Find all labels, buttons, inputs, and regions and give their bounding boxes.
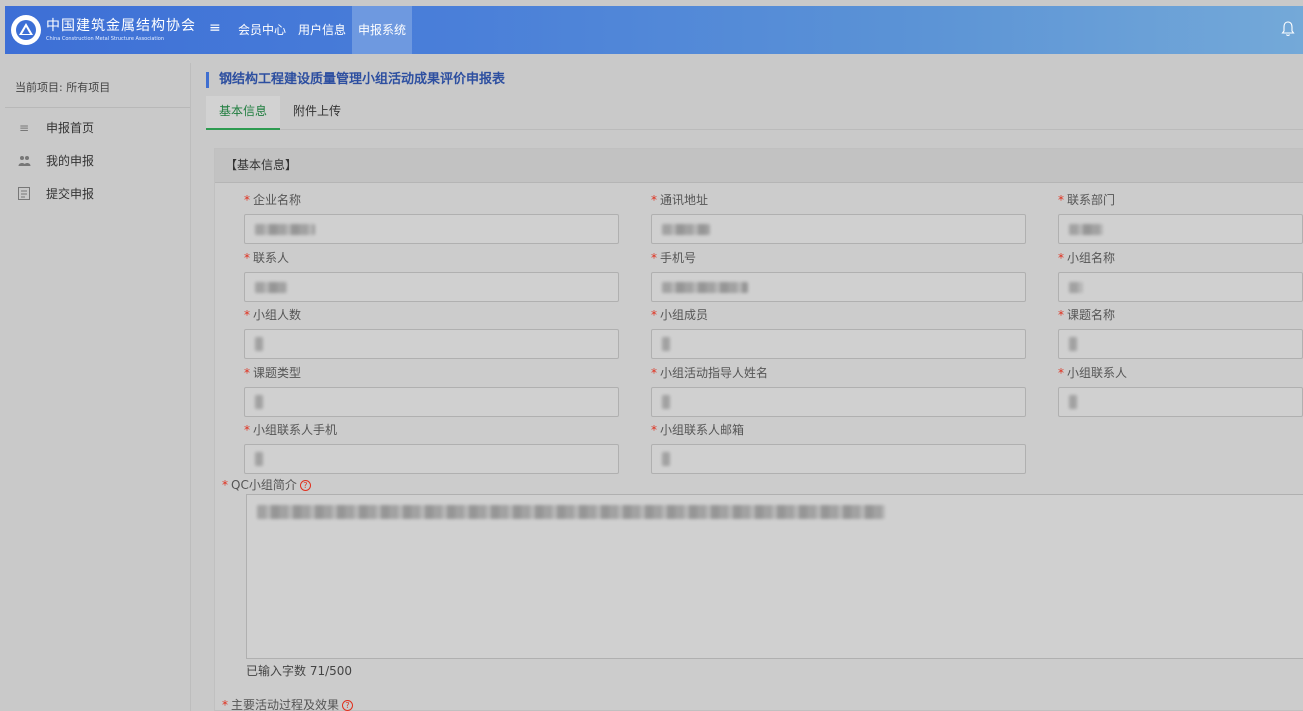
sidebar-item-submit-declaration[interactable]: 提交申报	[5, 177, 190, 210]
current-project-label: 当前项目: 所有项目	[5, 63, 190, 108]
field-label: 小组联系人邮箱	[660, 423, 745, 437]
field-label: 小组联系人手机	[253, 423, 338, 437]
required-mark: *	[651, 366, 657, 380]
field-label: 手机号	[660, 251, 697, 265]
field-topic-type: * 课题类型	[244, 365, 619, 417]
main-nav: 会员中心 用户信息 申报系统	[232, 6, 413, 54]
group-contact-input[interactable]	[1058, 387, 1303, 417]
required-mark: *	[244, 193, 250, 207]
required-mark: *	[1058, 251, 1064, 265]
bell-icon[interactable]	[1281, 21, 1295, 40]
field-label: 小组名称	[1067, 251, 1116, 265]
mobile-input[interactable]	[651, 272, 1026, 302]
field-label: 小组联系人	[1067, 366, 1128, 380]
group-size-input[interactable]	[244, 329, 619, 359]
group-name-input[interactable]	[1058, 272, 1303, 302]
document-icon	[17, 187, 31, 201]
section-title: 【基本信息】	[215, 149, 1303, 183]
field-qc-group-intro: * QC小组简介?	[222, 477, 311, 493]
field-label: 小组活动指导人姓名	[660, 366, 769, 380]
field-company-name: * 企业名称	[244, 192, 619, 244]
field-label: 联系人	[253, 251, 290, 265]
field-contact-department: * 联系部门	[1058, 192, 1303, 244]
field-main-activities: * 主要活动过程及效果?	[222, 697, 354, 711]
field-label: QC小组简介	[231, 478, 297, 492]
required-mark: *	[651, 193, 657, 207]
field-group-contact: * 小组联系人	[1058, 365, 1303, 417]
required-mark: *	[1058, 193, 1064, 207]
field-group-members: * 小组成员	[651, 307, 1026, 359]
field-contact-person: * 联系人	[244, 250, 619, 302]
logo-english-name: China Construction Metal Structure Assoc…	[46, 36, 165, 42]
logo[interactable]: 中国建筑金属结构协会 China Construction Metal Stru…	[11, 15, 196, 45]
field-label: 小组人数	[253, 308, 302, 322]
field-label: 课题名称	[1067, 308, 1116, 322]
nav-declaration-system[interactable]: 申报系统	[352, 6, 413, 54]
required-mark: *	[1058, 366, 1064, 380]
menu-toggle-icon[interactable]: ≡	[209, 20, 221, 36]
mailing-address-input[interactable]	[651, 214, 1026, 244]
group-contact-mobile-input[interactable]	[244, 444, 619, 474]
sidebar-item-label: 我的申报	[46, 154, 95, 168]
help-icon[interactable]: ?	[342, 700, 354, 711]
sidebar-item-label: 提交申报	[46, 187, 95, 201]
field-group-size: * 小组人数	[244, 307, 619, 359]
required-mark: *	[651, 251, 657, 265]
users-icon	[17, 154, 31, 168]
required-mark: *	[244, 366, 250, 380]
required-mark: *	[244, 308, 250, 322]
contact-department-input[interactable]	[1058, 214, 1303, 244]
required-mark: *	[244, 423, 250, 437]
sidebar-item-my-declarations[interactable]: 我的申报	[5, 144, 190, 177]
field-label: 小组成员	[660, 308, 709, 322]
field-group-name: * 小组名称	[1058, 250, 1303, 302]
topic-type-input[interactable]	[244, 387, 619, 417]
header: 中国建筑金属结构协会 China Construction Metal Stru…	[0, 0, 1303, 63]
group-contact-email-input[interactable]	[651, 444, 1026, 474]
top-navbar: 中国建筑金属结构协会 China Construction Metal Stru…	[5, 6, 1303, 54]
page-title: 钢结构工程建设质量管理小组活动成果评价申报表	[206, 72, 505, 88]
tab-attachment-upload[interactable]: 附件上传	[280, 96, 354, 130]
required-mark: *	[651, 423, 657, 437]
field-label: 课题类型	[253, 366, 302, 380]
group-advisor-name-input[interactable]	[651, 387, 1026, 417]
menu-icon: ≡	[18, 120, 30, 135]
topic-name-input[interactable]	[1058, 329, 1303, 359]
help-icon[interactable]: ?	[299, 480, 311, 491]
field-mailing-address: * 通讯地址	[651, 192, 1026, 244]
required-mark: *	[651, 308, 657, 322]
qc-group-intro-textarea[interactable]	[246, 494, 1303, 659]
form-tabs: 基本信息 附件上传	[206, 96, 1303, 130]
contact-person-input[interactable]	[244, 272, 619, 302]
field-group-contact-mobile: * 小组联系人手机	[244, 422, 619, 474]
field-label: 联系部门	[1067, 193, 1116, 207]
char-counter: 已输入字数 71/500	[246, 664, 353, 678]
sidebar-item-declaration-home[interactable]: ≡ 申报首页	[5, 111, 190, 144]
field-topic-name: * 课题名称	[1058, 307, 1303, 359]
group-members-input[interactable]	[651, 329, 1026, 359]
logo-chinese-name: 中国建筑金属结构协会	[46, 18, 196, 34]
field-group-contact-email: * 小组联系人邮箱	[651, 422, 1026, 474]
field-mobile: * 手机号	[651, 250, 1026, 302]
field-group-advisor-name: * 小组活动指导人姓名	[651, 365, 1026, 417]
field-label: 主要活动过程及效果	[231, 698, 340, 711]
company-name-input[interactable]	[244, 214, 619, 244]
field-label: 企业名称	[253, 193, 302, 207]
nav-user-info[interactable]: 用户信息	[292, 6, 352, 54]
required-mark: *	[222, 478, 228, 492]
logo-emblem-icon	[11, 15, 41, 45]
required-mark: *	[1058, 308, 1064, 322]
field-label: 通讯地址	[660, 193, 709, 207]
sidebar-item-label: 申报首页	[46, 121, 95, 135]
tab-basic-info[interactable]: 基本信息	[206, 96, 281, 130]
required-mark: *	[222, 698, 228, 711]
sidebar: 当前项目: 所有项目 ≡ 申报首页 我的申报 提交申报	[5, 63, 191, 711]
nav-member-center[interactable]: 会员中心	[232, 6, 292, 54]
required-mark: *	[244, 251, 250, 265]
